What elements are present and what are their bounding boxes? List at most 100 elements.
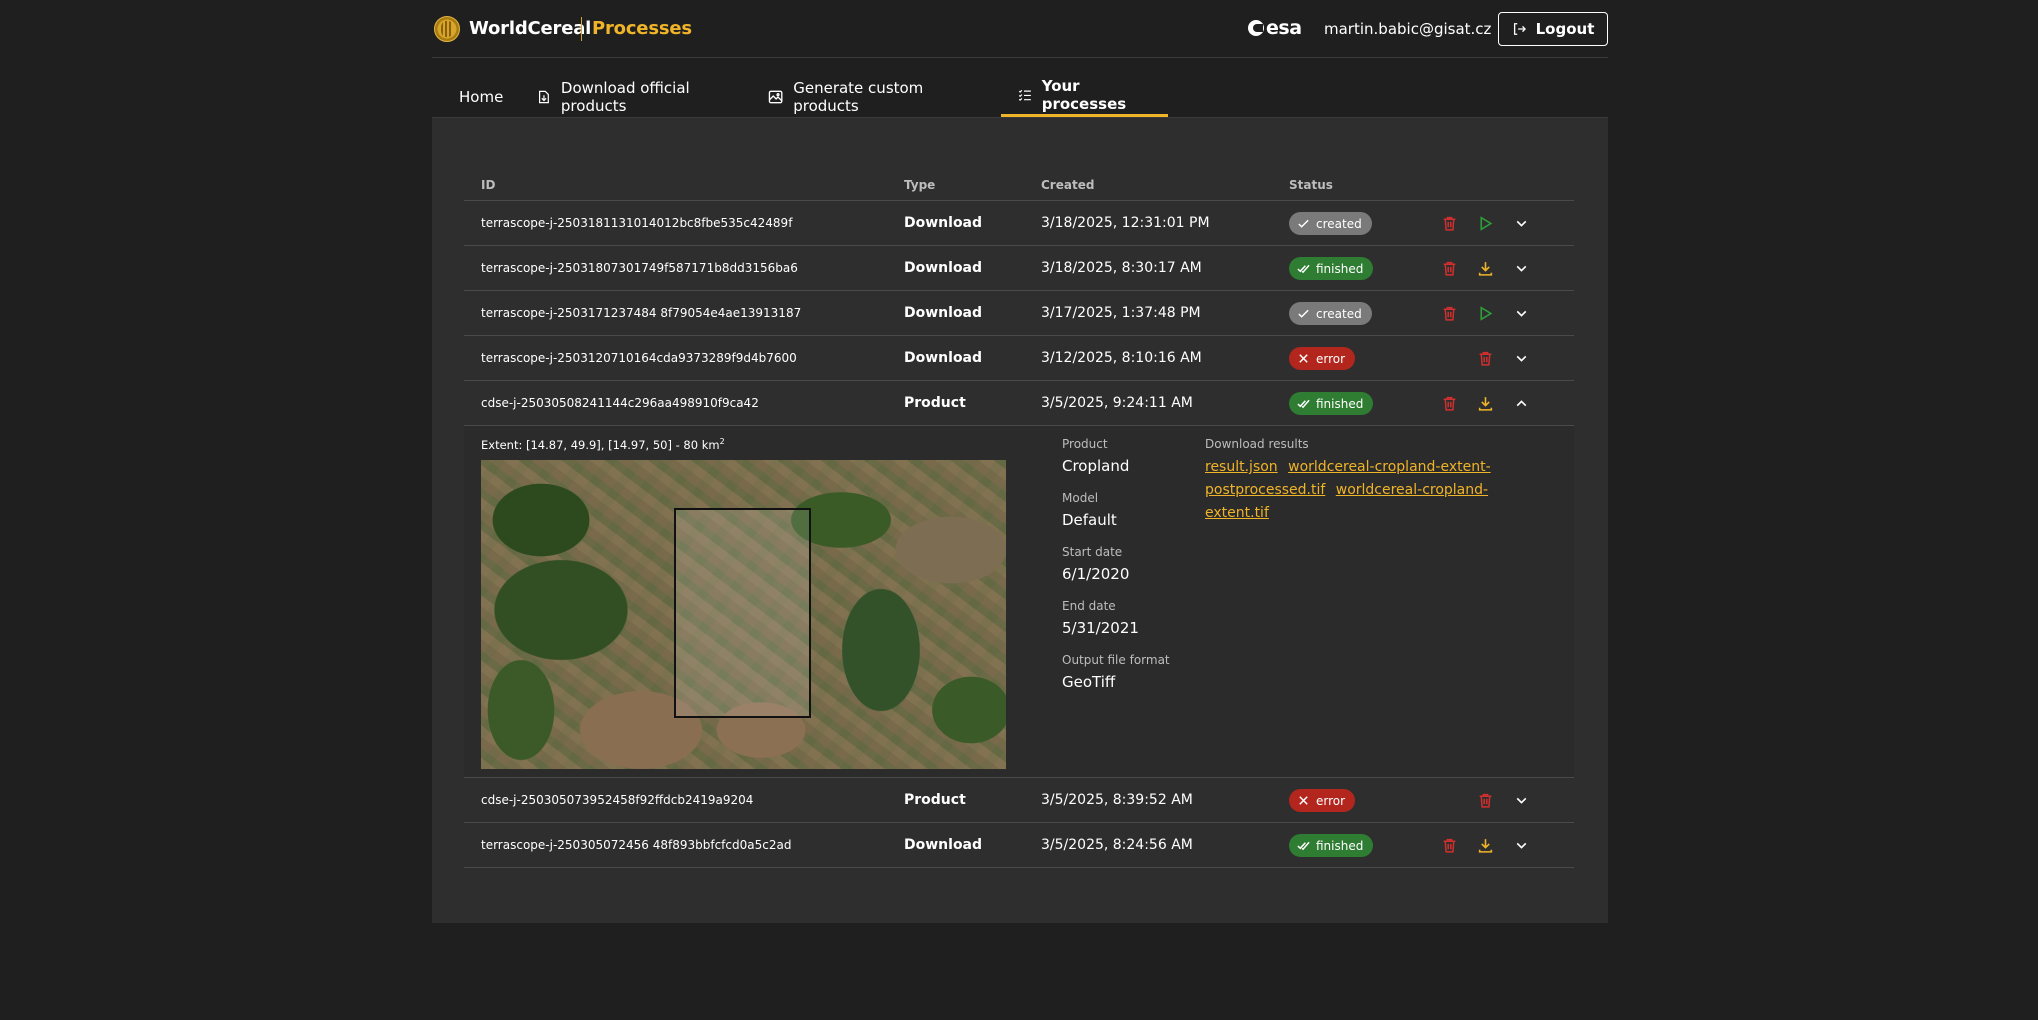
status-badge: finished [1289, 257, 1374, 280]
table-row-expanded[interactable]: cdse-j-25030508241144c296aa498910f9ca42 … [464, 381, 1574, 426]
expand-button[interactable] [1513, 350, 1530, 367]
table-row[interactable]: cdse-j-250305073952458f92ffdcb2419a9204 … [464, 778, 1574, 823]
process-id: terrascope-j-2503181131014012bc8fbe535c4… [481, 216, 793, 230]
extent-unit-sup: 2 [719, 437, 725, 446]
process-detail: Extent: [14.87, 49.9], [14.97, 50] - 80 … [464, 426, 1574, 778]
close-icon [1299, 354, 1308, 363]
tab-your-processes[interactable]: Your processes [1001, 76, 1168, 117]
trash-icon [1479, 793, 1492, 808]
status-badge: finished [1289, 834, 1374, 857]
tab-download-label: Download official products [560, 78, 690, 115]
play-icon [1480, 216, 1493, 231]
delete-button[interactable] [1441, 305, 1458, 322]
tab-generate-label: Generate custom products [793, 78, 924, 115]
user-email: martin.babic@gisat.cz [1324, 20, 1492, 38]
download-results-label: Download results [1205, 437, 1309, 451]
delete-button[interactable] [1441, 215, 1458, 232]
table-header: ID Type Created Status [464, 170, 1574, 201]
download-button[interactable] [1477, 837, 1494, 854]
output-format-label: Output file format [1062, 653, 1170, 667]
status-text: finished [1316, 261, 1364, 276]
process-created: 3/18/2025, 8:30:17 AM [1041, 260, 1202, 276]
process-type: Product [904, 395, 966, 411]
output-format-value: GeoTiff [1062, 673, 1116, 691]
process-type: Download [904, 305, 983, 321]
worldcereal-logo [434, 16, 460, 42]
download-icon [1478, 397, 1493, 411]
table-row[interactable]: terrascope-j-25031807301749f587171b8dd31… [464, 246, 1574, 291]
expand-button[interactable] [1513, 260, 1530, 277]
status-text: finished [1316, 838, 1364, 853]
double-check-icon [1297, 841, 1310, 851]
collapse-button[interactable] [1513, 395, 1530, 412]
download-button[interactable] [1477, 395, 1494, 412]
column-type: Type [904, 178, 936, 192]
file-download-icon [538, 90, 549, 103]
process-id: terrascope-j-2503171237484 8f79054e4ae13… [481, 306, 802, 320]
table-row[interactable]: terrascope-j-2503171237484 8f79054e4ae13… [464, 291, 1574, 336]
process-created: 3/12/2025, 8:10:16 AM [1041, 350, 1202, 366]
table-row[interactable]: terrascope-j-2503120710164cda9373289f9d4… [464, 336, 1574, 381]
trash-icon [1443, 306, 1456, 321]
status-text: created [1316, 306, 1362, 321]
extent-map[interactable] [481, 460, 1006, 769]
brand-divider [581, 17, 582, 41]
download-button[interactable] [1477, 260, 1494, 277]
delete-button[interactable] [1441, 260, 1458, 277]
table-row[interactable]: terrascope-j-250305072456 48f893bbfcfcd0… [464, 823, 1574, 868]
tab-your-label: Your processes [1041, 77, 1127, 113]
status-text: created [1316, 216, 1362, 231]
extent-text: Extent: [14.87, 49.9], [14.97, 50] - 80 … [481, 437, 720, 452]
double-check-icon [1297, 264, 1310, 274]
start-date-value: 6/1/2020 [1062, 565, 1130, 583]
process-type: Download [904, 260, 983, 276]
status-badge: created [1289, 212, 1372, 235]
download-icon [1478, 262, 1493, 276]
double-check-icon [1297, 399, 1310, 409]
expand-button[interactable] [1513, 215, 1530, 232]
run-button[interactable] [1477, 305, 1494, 322]
tab-download-official[interactable]: Download official products [520, 76, 751, 117]
column-id: ID [481, 178, 496, 192]
model-label: Model [1062, 491, 1099, 505]
table-row[interactable]: terrascope-j-2503181131014012bc8fbe535c4… [464, 201, 1574, 246]
delete-button[interactable] [1441, 837, 1458, 854]
close-icon [1299, 796, 1308, 805]
expand-button[interactable] [1513, 792, 1530, 809]
brand-subtitle: Processes [592, 18, 692, 39]
trash-icon [1443, 261, 1456, 276]
status-text: error [1316, 351, 1346, 366]
process-id: cdse-j-25030508241144c296aa498910f9ca42 [481, 396, 759, 410]
extent-label: Extent: [14.87, 49.9], [14.97, 50] - 80 … [481, 437, 725, 452]
download-results-links: result.json worldcereal-cropland-extent-… [1205, 456, 1505, 525]
expand-button[interactable] [1513, 837, 1530, 854]
trash-icon [1443, 838, 1456, 853]
delete-button[interactable] [1441, 395, 1458, 412]
processes-panel: ID Type Created Status terrascope-j-2503… [432, 118, 1608, 923]
image-edit-icon [768, 90, 783, 103]
status-text: error [1316, 793, 1346, 808]
logout-button[interactable]: Logout [1498, 12, 1608, 46]
tab-home[interactable]: Home [432, 76, 520, 117]
process-type: Download [904, 837, 983, 853]
status-badge: error [1289, 347, 1356, 370]
process-id: terrascope-j-25031807301749f587171b8dd31… [481, 261, 798, 275]
chevron-down-icon [1516, 220, 1527, 227]
trash-icon [1443, 396, 1456, 411]
trash-icon [1479, 351, 1492, 366]
result-json-link[interactable]: result.json [1205, 459, 1278, 475]
run-button[interactable] [1477, 215, 1494, 232]
process-created: 3/5/2025, 8:39:52 AM [1041, 792, 1193, 808]
process-type: Download [904, 215, 983, 231]
chevron-down-icon [1516, 265, 1527, 272]
check-icon [1298, 309, 1309, 318]
tab-generate-custom[interactable]: Generate custom products [751, 76, 1001, 117]
chevron-down-icon [1516, 310, 1527, 317]
chevron-down-icon [1516, 842, 1527, 849]
column-created: Created [1041, 178, 1095, 192]
expand-button[interactable] [1513, 305, 1530, 322]
end-date-value: 5/31/2021 [1062, 619, 1139, 637]
delete-button[interactable] [1477, 350, 1494, 367]
chevron-down-icon [1516, 797, 1527, 804]
delete-button[interactable] [1477, 792, 1494, 809]
